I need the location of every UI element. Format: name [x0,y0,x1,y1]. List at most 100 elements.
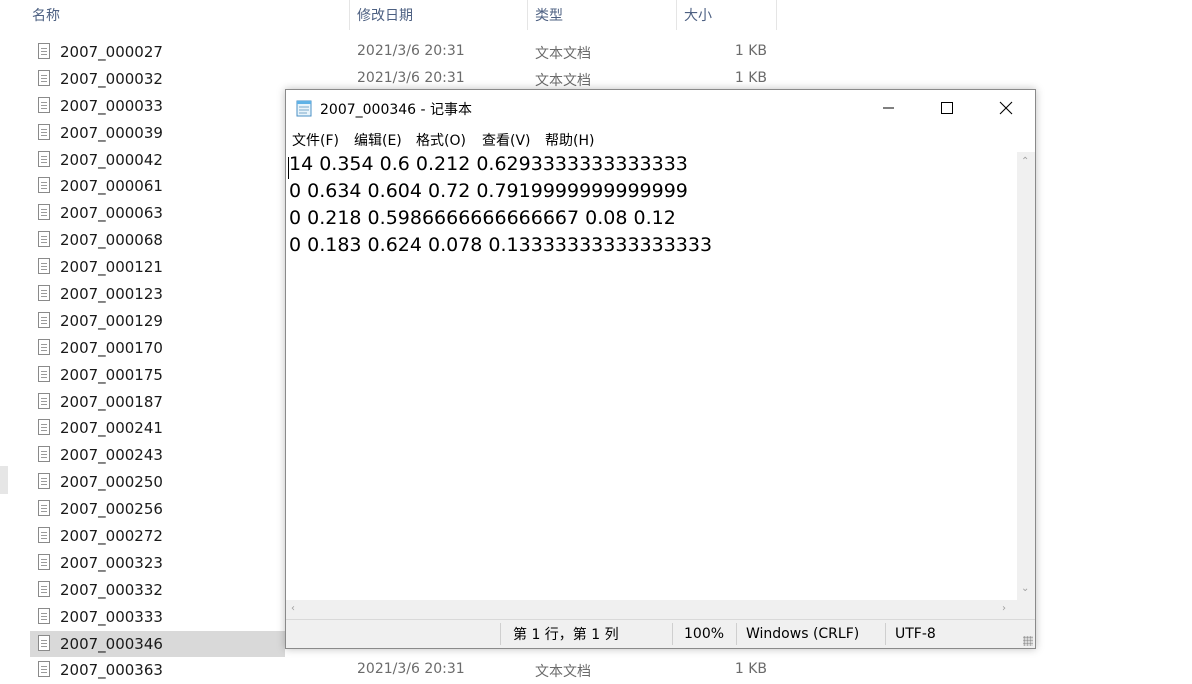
text-file-icon [38,634,50,651]
status-divider [885,623,886,645]
file-name: 2007_000123 [60,285,163,304]
file-name: 2007_000042 [60,150,163,169]
text-line-3: 0 0.218 0.5986666666666667 0.08 0.12 [289,207,676,229]
file-name: 2007_000323 [60,553,163,572]
status-bar: 第 1 行，第 1 列 100% Windows (CRLF) UTF-8 [286,619,1035,648]
scrollbar-corner [1017,600,1035,619]
file-name: 2007_000187 [60,392,163,411]
text-file-icon [38,177,50,194]
text-file-icon [38,96,50,113]
file-row[interactable]: 2007_000027 2021/3/6 20:31 文本文档 1 KB [0,39,800,66]
status-divider [672,623,673,645]
column-header-name[interactable]: 名称 [32,0,60,30]
file-date: 2021/3/6 20:31 [357,661,465,678]
file-name: 2007_000363 [60,661,163,680]
file-name: 2007_000243 [60,446,163,465]
column-divider[interactable] [776,0,777,30]
text-line-1: 14 0.354 0.6 0.212 0.6293333333333333 [289,153,688,175]
column-divider[interactable] [349,0,350,30]
status-zoom: 100% [684,626,725,642]
close-icon [999,101,1013,115]
text-file-icon [38,150,50,167]
text-file-icon [38,392,50,409]
file-type: 文本文档 [535,72,591,89]
text-file-icon [38,43,50,59]
sort-up-icon: ^ [180,0,192,6]
text-file-icon [38,311,50,328]
file-type: 文本文档 [535,664,591,681]
text-file-icon [38,365,50,382]
text-file-icon [38,258,50,275]
text-line-2: 0 0.634 0.604 0.72 0.7919999999999999 [289,180,688,202]
file-name: 2007_000170 [60,338,163,357]
menu-file[interactable]: 文件(F) [292,130,339,150]
file-name: 2007_000333 [60,607,163,626]
file-name: 2007_000027 [60,43,163,61]
text-file-icon [38,473,50,490]
text-file-icon [38,69,50,86]
file-size: 1 KB [734,661,767,678]
scroll-left-icon[interactable]: ‹ [291,604,295,614]
column-header-modified[interactable]: 修改日期 [357,0,413,30]
column-divider[interactable] [676,0,677,30]
status-divider [500,623,501,645]
menu-format[interactable]: 格式(O) [416,130,466,150]
column-header-type[interactable]: 类型 [535,0,563,30]
column-header-size[interactable]: 大小 [684,0,712,30]
maximize-icon [941,102,953,114]
maximize-button[interactable] [918,90,976,126]
window-title: 2007_000346 - 记事本 [320,102,473,118]
file-name: 2007_000332 [60,580,163,599]
file-name: 2007_000039 [60,123,163,142]
resize-grip-icon[interactable] [1023,636,1033,646]
minimize-button[interactable] [860,90,918,126]
column-header-size-label: 大小 [684,8,712,24]
text-file-icon [38,231,50,248]
notepad-window[interactable]: 2007_000346 - 记事本 文件(F) 编辑(E) 格式(O) 查看(V… [285,89,1036,649]
file-name: 2007_000346 [60,634,163,653]
scroll-right-icon[interactable]: › [1002,604,1006,614]
text-file-icon [38,580,50,597]
text-file-icon [38,446,50,463]
file-name: 2007_000272 [60,527,163,546]
text-file-icon [38,123,50,140]
file-size: 1 KB [734,43,767,59]
menu-view[interactable]: 查看(V) [482,130,531,150]
text-file-icon [38,419,50,436]
close-button[interactable] [977,90,1035,126]
status-line-ending: Windows (CRLF) [746,626,860,642]
file-date: 2021/3/6 20:31 [357,69,465,86]
status-cursor-position: 第 1 行，第 1 列 [513,627,619,643]
column-header-modified-label: 修改日期 [357,8,413,24]
column-header-name-label: 名称 [32,8,60,24]
scroll-down-icon[interactable]: ⌄ [1021,584,1029,594]
file-name: 2007_000033 [60,96,163,115]
horizontal-scrollbar[interactable]: ‹ › [286,600,1017,619]
file-name: 2007_000175 [60,365,163,384]
text-file-icon [38,204,50,221]
file-name: 2007_000061 [60,177,163,196]
file-name: 2007_000032 [60,69,163,88]
vertical-scrollbar[interactable]: ⌃ ⌄ [1017,152,1035,600]
file-name: 2007_000241 [60,419,163,438]
text-line-4: 0 0.183 0.624 0.078 0.13333333333333333 [289,234,713,256]
file-name: 2007_000250 [60,473,163,492]
file-name: 2007_000121 [60,258,163,277]
text-file-icon [38,527,50,544]
menu-help[interactable]: 帮助(H) [545,130,594,150]
status-divider [736,623,737,645]
file-type: 文本文档 [535,46,591,62]
column-divider[interactable] [527,0,528,30]
menu-bar: 文件(F) 编辑(E) 格式(O) 查看(V) 帮助(H) [286,126,1035,152]
title-bar[interactable]: 2007_000346 - 记事本 [286,90,1035,126]
file-row[interactable]: 2007_000363 2021/3/6 20:31 文本文档 1 KB [0,657,800,684]
file-name: 2007_000256 [60,500,163,519]
menu-edit[interactable]: 编辑(E) [354,130,402,150]
file-date: 2021/3/6 20:31 [357,43,465,59]
text-file-icon [38,500,50,517]
minimize-icon [883,107,894,109]
notepad-icon [296,100,312,117]
scroll-up-icon[interactable]: ⌃ [1021,157,1029,167]
file-size: 1 KB [734,69,767,86]
text-editor[interactable]: 14 0.354 0.6 0.212 0.6293333333333333 0 … [286,152,1017,600]
